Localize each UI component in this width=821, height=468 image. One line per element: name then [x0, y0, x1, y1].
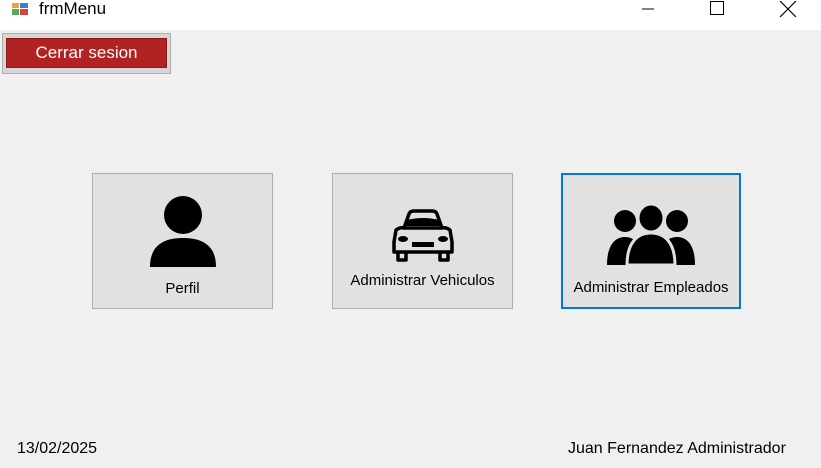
car-icon: [391, 209, 454, 262]
close-icon: [779, 1, 797, 17]
logout-button[interactable]: Cerrar sesion: [6, 38, 167, 68]
manage-vehicles-button[interactable]: Administrar Vehiculos: [332, 173, 513, 309]
close-button[interactable]: [765, 0, 811, 18]
current-date: 13/02/2025: [17, 440, 98, 457]
manage-vehicles-label: Administrar Vehiculos: [350, 272, 495, 289]
maximize-icon: [710, 1, 724, 15]
current-user: Juan Fernandez Administrador: [568, 440, 786, 457]
logout-panel: Cerrar sesion: [2, 33, 171, 74]
manage-employees-label: Administrar Empleados: [573, 279, 729, 296]
group-icon: [607, 203, 695, 265]
maximize-button[interactable]: [694, 0, 740, 18]
minimize-button[interactable]: [625, 0, 671, 18]
minimize-icon: [642, 8, 654, 10]
person-icon: [149, 196, 216, 267]
title-bar[interactable]: frmMenu: [0, 0, 821, 30]
profile-button[interactable]: Perfil: [92, 173, 273, 309]
app-icon: [11, 2, 29, 16]
manage-employees-button[interactable]: Administrar Empleados: [561, 173, 741, 309]
main-window: frmMenu Cerrar sesion Perfil Administrar…: [0, 0, 821, 468]
window-title: frmMenu: [39, 0, 107, 18]
profile-label: Perfil: [165, 280, 200, 297]
